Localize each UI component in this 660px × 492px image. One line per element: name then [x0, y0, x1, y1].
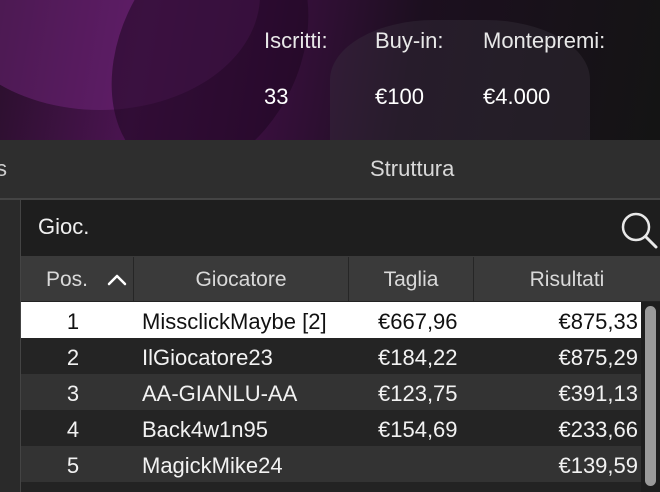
chevron-up-icon[interactable] — [107, 274, 127, 286]
row-stack: €123,75 — [378, 381, 458, 406]
table-row[interactable]: 5 MagickMike24 €139,59 — [21, 446, 641, 482]
entrants-value: 33 — [264, 84, 289, 109]
table-header: Pos. Giocatore Taglia Risultati — [21, 257, 660, 301]
column-header-pos-label: Pos. — [46, 268, 89, 291]
prize-pool-label: Montepremi: — [483, 28, 606, 53]
row-stack: €184,22 — [378, 345, 458, 370]
row-result: €139,59 — [558, 453, 638, 478]
column-header-pos[interactable]: Pos. — [21, 257, 134, 301]
row-stack: €154,69 — [378, 417, 458, 442]
row-result: €875,29 — [558, 345, 638, 370]
prize-pool-value: €4.000 — [483, 84, 551, 109]
row-position: 4 — [66, 417, 80, 442]
entrants-label: Iscritti: — [264, 28, 328, 53]
table-row[interactable]: 4 Back4w1n95 €154,69 €233,66 — [21, 410, 641, 446]
row-result: €391,13 — [558, 381, 638, 406]
search-input[interactable] — [38, 212, 578, 242]
tab-bar: s Struttura — [0, 140, 660, 200]
tab-struttura[interactable]: Struttura — [370, 156, 454, 182]
row-position: 1 — [66, 309, 80, 334]
table-row[interactable]: 1 MissclickMaybe [2] €667,96 €875,33 — [21, 302, 641, 338]
row-player: MagickMike24 — [142, 453, 283, 478]
players-table: 1 MissclickMaybe [2] €667,96 €875,33 2 I… — [21, 302, 641, 482]
row-player: IlGiocatore23 — [142, 345, 273, 370]
row-position: 5 — [66, 453, 80, 478]
tournament-banner: Iscritti: Buy-in: Montepremi: 33 €100 €4… — [0, 0, 660, 140]
row-position: 2 — [66, 345, 80, 370]
row-position: 3 — [66, 381, 80, 406]
buyin-value: €100 — [375, 84, 424, 109]
tab-previous[interactable]: s — [0, 156, 7, 182]
row-result: €875,33 — [558, 309, 638, 334]
table-row[interactable]: 3 AA-GIANLU-AA €123,75 €391,13 — [21, 374, 641, 410]
column-header-player[interactable]: Giocatore — [134, 257, 349, 301]
search-icon[interactable] — [619, 210, 659, 250]
row-player: AA-GIANLU-AA — [142, 381, 298, 406]
table-scrollbar[interactable] — [641, 302, 660, 492]
row-player: Back4w1n95 — [142, 417, 268, 442]
column-header-result[interactable]: Risultati — [474, 257, 660, 301]
table-row[interactable]: 2 IlGiocatore23 €184,22 €875,29 — [21, 338, 641, 374]
row-result: €233,66 — [558, 417, 638, 442]
row-player: MissclickMaybe [2] — [142, 309, 327, 334]
left-panel-edge — [0, 200, 21, 492]
row-stack: €667,96 — [378, 309, 458, 334]
column-header-stack[interactable]: Taglia — [349, 257, 474, 301]
scrollbar-thumb[interactable] — [645, 306, 656, 486]
player-search-bar — [21, 200, 660, 257]
buyin-label: Buy-in: — [375, 28, 444, 53]
